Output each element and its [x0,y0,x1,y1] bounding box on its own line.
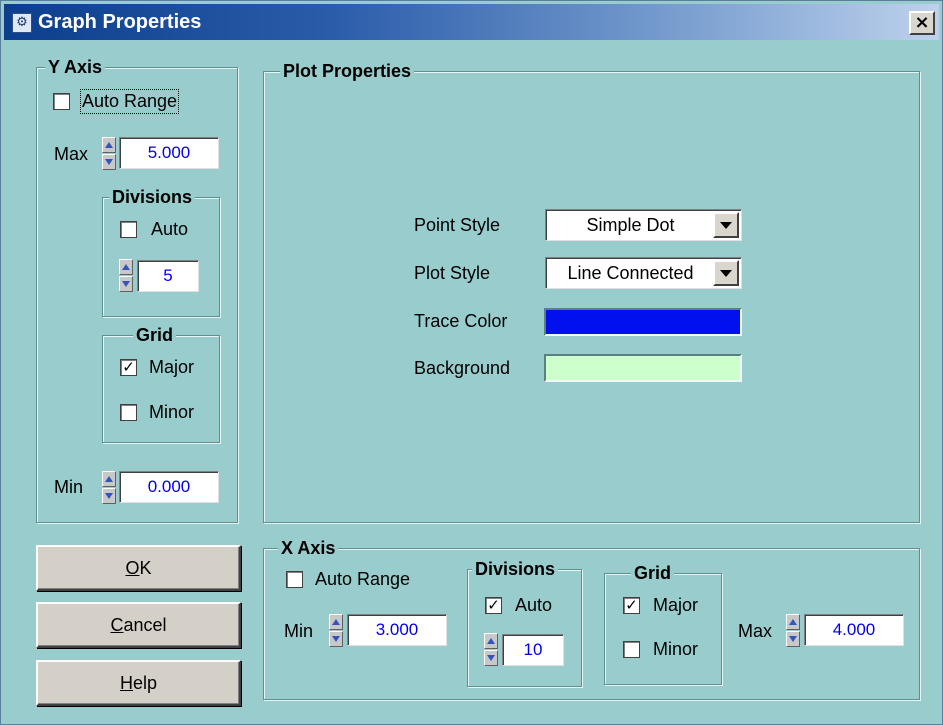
spin-down-icon[interactable] [786,631,800,647]
point-style-select[interactable]: Simple Dot [545,209,742,241]
y-min-input[interactable]: 0.000 [119,471,219,503]
y-grid-title: Grid [133,324,177,346]
y-min-spinner[interactable] [102,471,116,505]
x-grid-title: Grid [631,562,675,584]
spin-down-icon[interactable] [484,650,498,666]
x-grid-group: Grid [604,562,722,685]
ok-button[interactable]: OK [36,545,241,591]
y-max-label: Max [54,144,89,164]
plot-properties-group: Plot Properties [263,60,920,523]
x-max-spinner[interactable] [786,614,800,648]
y-grid-major-checkbox[interactable]: ✓ [120,359,137,376]
x-auto-range-label: Auto Range [315,569,411,589]
x-max-label: Max [738,621,773,641]
spin-up-icon[interactable] [102,137,116,153]
trace-color-label: Trace Color [414,311,508,331]
x-auto-range-checkbox[interactable] [286,571,303,588]
x-max-input[interactable]: 4.000 [804,614,904,646]
y-grid-minor-label: Minor [149,402,195,422]
point-style-label: Point Style [414,215,501,235]
spin-down-icon[interactable] [102,488,116,504]
x-grid-major-check-icon: ✓ [625,596,638,614]
window-title: Graph Properties [38,11,202,33]
graph-properties-dialog: ⚙ Graph Properties × Y Axis Auto Range M… [0,0,943,725]
y-grid-group: Grid [102,324,220,443]
y-max-input[interactable]: 5.000 [119,137,219,169]
help-button[interactable]: Help [36,660,241,706]
x-divisions-input[interactable]: 10 [502,634,564,666]
spin-up-icon[interactable] [119,259,133,275]
x-divisions-auto-checkbox[interactable]: ✓ [485,597,502,614]
spin-down-icon[interactable] [102,154,116,170]
chevron-down-icon[interactable] [713,260,739,286]
x-min-spinner[interactable] [329,614,343,648]
cancel-label-rest: ancel [123,615,167,635]
y-grid-major-label: Major [149,357,195,377]
plot-style-label: Plot Style [414,263,491,283]
y-divisions-auto-label: Auto [151,219,189,239]
ok-mnemonic: O [125,558,140,578]
y-divisions-title: Divisions [109,186,196,208]
ok-label-rest: K [139,558,152,578]
spin-down-icon[interactable] [329,631,343,647]
x-min-input[interactable]: 3.000 [347,614,447,646]
spin-up-icon[interactable] [102,471,116,487]
plot-style-select[interactable]: Line Connected [545,257,742,289]
background-color-swatch[interactable] [544,354,742,382]
x-divisions-auto-label: Auto [515,595,553,615]
x-divisions-title: Divisions [472,558,559,580]
x-grid-major-checkbox[interactable]: ✓ [623,597,640,614]
y-axis-title: Y Axis [45,56,106,78]
spin-up-icon[interactable] [484,633,498,649]
x-divisions-spinner[interactable] [484,633,498,667]
help-mnemonic: H [119,673,133,693]
x-divisions-group: Divisions [467,558,582,687]
y-divisions-auto-checkbox[interactable] [120,221,137,238]
chevron-down-icon[interactable] [713,212,739,238]
x-min-label: Min [284,621,314,641]
x-grid-major-label: Major [653,595,699,615]
app-icon: ⚙ [12,13,32,33]
plot-properties-title: Plot Properties [280,60,415,82]
y-auto-range-label[interactable]: Auto Range [79,89,180,114]
y-min-label: Min [54,477,84,497]
spin-up-icon[interactable] [329,614,343,630]
background-label: Background [414,358,511,378]
title-bar[interactable]: ⚙ Graph Properties × [4,4,939,40]
plot-style-value: Line Connected [567,263,694,283]
y-divisions-spinner[interactable] [119,259,133,293]
spin-up-icon[interactable] [786,614,800,630]
spin-down-icon[interactable] [119,276,133,292]
cancel-button[interactable]: Cancel [36,602,241,648]
x-grid-minor-label: Minor [653,639,699,659]
x-grid-minor-checkbox[interactable] [623,641,640,658]
y-divisions-group: Divisions [102,186,220,317]
close-button[interactable]: × [909,11,935,35]
y-auto-range-checkbox[interactable] [53,93,70,110]
y-grid-minor-checkbox[interactable] [120,404,137,421]
x-divisions-auto-check-icon: ✓ [487,596,500,614]
help-label-rest: elp [132,673,158,693]
y-grid-major-check-icon: ✓ [122,358,135,376]
point-style-value: Simple Dot [586,215,675,235]
trace-color-swatch[interactable] [544,308,742,336]
y-divisions-input[interactable]: 5 [137,260,199,292]
y-max-spinner[interactable] [102,137,116,171]
cancel-mnemonic: C [110,615,124,635]
x-axis-title: X Axis [278,537,339,559]
